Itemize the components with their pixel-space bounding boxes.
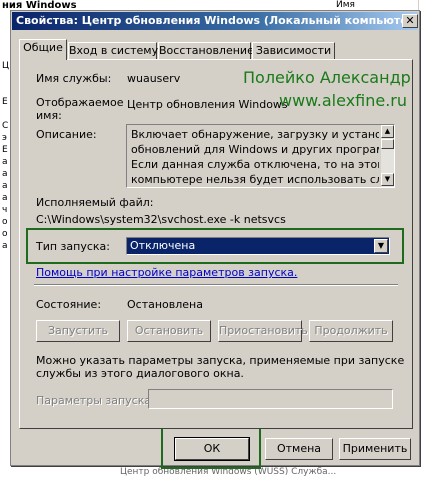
arrow-down-icon: ▼ (384, 175, 391, 183)
description-line: Если данная служба отключена, то на этом (131, 158, 379, 171)
pause-button[interactable]: Приостановить (218, 320, 308, 342)
description-scrollbar[interactable]: ▲ ▼ (380, 125, 394, 187)
startup-type-value: Отключена (130, 239, 196, 252)
startup-type-dropdown-button[interactable]: ▼ (374, 239, 388, 253)
executable-path[interactable]: C:\Windows\system32\svchost.exe -k netsv… (36, 213, 286, 226)
tab-dependencies-label: Зависимости (255, 44, 332, 57)
description-line: обновлений для Windows и других программ… (131, 143, 379, 156)
resume-button[interactable]: Продолжить (309, 320, 393, 342)
tab-general-label: Общие (23, 41, 63, 54)
background-column-header[interactable]: Имя (332, 0, 418, 10)
scroll-thumb[interactable] (381, 139, 394, 149)
arrow-up-icon: ▲ (384, 127, 391, 135)
start-params-hint-line-2: службы из этого диалогового окна. (36, 367, 244, 380)
service-name-label: Имя службы: (36, 72, 112, 85)
service-name-value[interactable]: wuauserv (127, 72, 180, 85)
status-value: Остановлена (127, 298, 203, 311)
close-button[interactable]: ✕ (402, 14, 418, 28)
startup-help-link[interactable]: Помощь при настройке параметров запуска. (36, 266, 297, 279)
executable-label: Исполняемый файл: (36, 196, 154, 209)
service-properties-dialog: Свойства: Центр обновления Windows (Лока… (10, 10, 420, 469)
display-name-label: Отображаемое (36, 96, 124, 109)
tab-recovery-label: Восстановление (159, 44, 254, 57)
start-params-input[interactable] (148, 389, 393, 409)
description-text: Включает обнаружение, загрузку и установ… (127, 125, 379, 187)
display-name-label-line-2: имя: (36, 109, 62, 122)
start-params-label: Параметры запуска: (36, 394, 155, 407)
scroll-down-button[interactable]: ▼ (381, 173, 394, 186)
tab-general[interactable]: Общие (19, 39, 67, 60)
start-params-hint: Можно указать параметры запуска, применя… (36, 354, 405, 367)
tab-logon-label: Вход в систему (69, 44, 159, 57)
description-line: компьютере нельзя будет использовать слу… (131, 173, 379, 186)
stop-button[interactable]: Остановить (127, 320, 211, 342)
chevron-down-icon: ▼ (377, 241, 385, 250)
watermark-author: Полейко Александр (243, 68, 411, 87)
tab-dependencies[interactable]: Зависимости (252, 42, 335, 60)
general-tab-panel: Имя службы: wuauserv Отображаемое имя: Ц… (19, 59, 413, 429)
watermark-url: www.alexfine.ru (279, 91, 408, 110)
display-name-value[interactable]: Центр обновления Windows (127, 98, 288, 111)
startup-type-label: Тип запуска: (36, 240, 110, 253)
scroll-up-button[interactable]: ▲ (381, 125, 394, 138)
ok-button[interactable]: ОК (174, 437, 250, 461)
status-label: Состояние: (36, 298, 102, 311)
cancel-button[interactable]: Отмена (265, 438, 333, 460)
tab-logon[interactable]: Вход в систему (68, 42, 159, 60)
tab-recovery[interactable]: Восстановление (158, 42, 254, 60)
separator (34, 284, 398, 286)
description-line: Включает обнаружение, загрузку и установ… (131, 128, 379, 141)
apply-button[interactable]: Применить (339, 438, 411, 460)
start-button[interactable]: Запустить (36, 320, 120, 342)
startup-type-select[interactable]: Отключена ▼ (126, 237, 390, 255)
description-box[interactable]: Включает обнаружение, загрузку и установ… (126, 124, 395, 188)
dialog-title: Свойства: Центр обновления Windows (Лока… (16, 14, 418, 27)
close-icon: ✕ (405, 14, 415, 27)
dialog-title-bar[interactable]: Свойства: Центр обновления Windows (Лока… (12, 12, 418, 30)
description-label: Описание: (36, 128, 97, 141)
